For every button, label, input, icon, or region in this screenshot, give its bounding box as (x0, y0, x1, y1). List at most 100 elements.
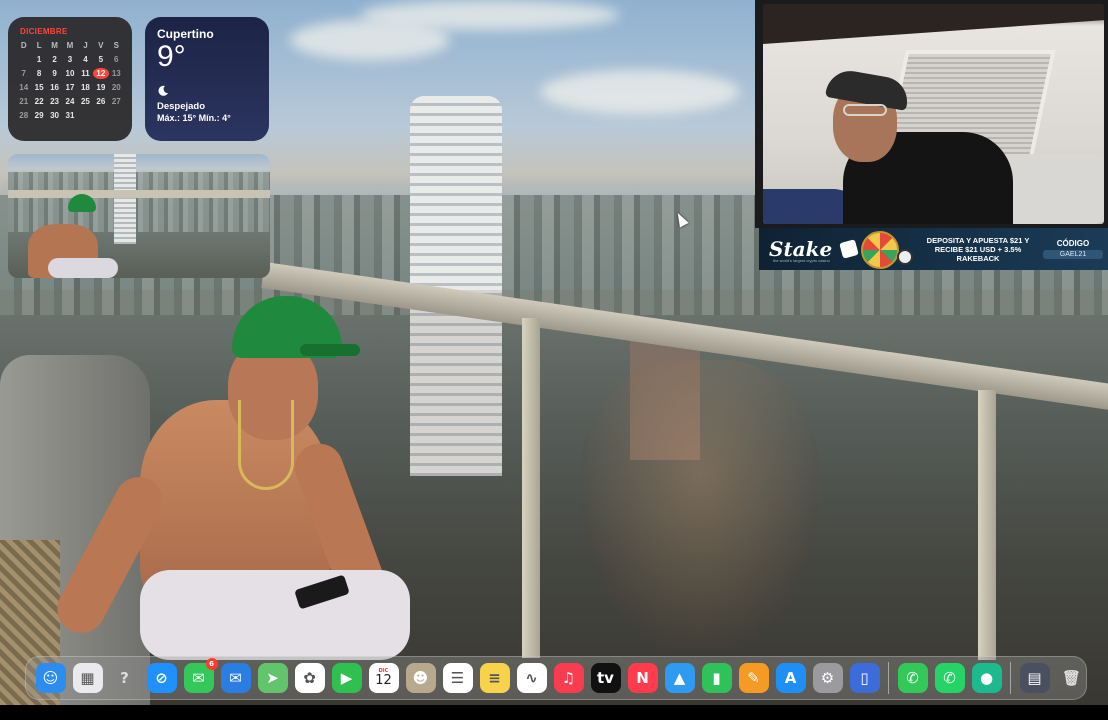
calendar-weekday: V (98, 41, 104, 50)
weather-condition: Despejado (157, 101, 206, 112)
calendar-day: 4 (83, 55, 88, 64)
dock-separator (888, 662, 889, 694)
calendar-day (109, 110, 124, 121)
reminders-icon[interactable]: ☰ (442, 663, 473, 693)
calendar-month: DICIEMBRE (20, 27, 68, 36)
facetime-icon[interactable]: ▶ (331, 663, 362, 693)
calendar-day: 28 (19, 111, 29, 120)
downloads-stack-icon[interactable]: ▤ (1019, 663, 1050, 693)
launchpad-icon[interactable]: ▦ (72, 663, 103, 693)
calendar-day: 8 (36, 69, 42, 78)
cloud (360, 0, 620, 30)
music-icon[interactable]: ♫ (553, 663, 584, 693)
webcam-overlay (755, 0, 1108, 228)
calendar-day: 17 (65, 83, 75, 92)
code-value: GAEL21 (1043, 250, 1103, 259)
help-icon[interactable]: ? (110, 663, 140, 693)
calendar-day: 11 (81, 69, 90, 78)
gold-chain (238, 400, 294, 490)
calendar-day (78, 110, 93, 121)
dice-icon (839, 239, 859, 259)
maps-icon[interactable]: ➤ (257, 663, 288, 693)
calendar-day: 19 (96, 83, 106, 92)
calendar-icon[interactable]: DIC 12 (368, 663, 399, 693)
messages-icon[interactable]: ✉ 6 (183, 658, 218, 693)
promo-line: RAKEBACK (956, 253, 1000, 263)
stake-tagline: the world's largest crypto casino (773, 258, 830, 263)
calendar-day: 3 (67, 55, 73, 64)
freeform-icon[interactable]: ∿ (516, 663, 547, 693)
casino-art (827, 229, 915, 269)
calendar-day (93, 110, 108, 121)
mail-icon[interactable]: ✉ (220, 663, 251, 693)
system-settings-icon[interactable]: ⚙ (812, 663, 843, 693)
soccer-ball-icon (897, 249, 913, 265)
safari-icon[interactable]: ⊘ (146, 663, 177, 693)
trash-icon[interactable]: 🗑 (1057, 663, 1087, 693)
calendar-day: 14 (19, 83, 29, 92)
glass-reflection (580, 360, 820, 650)
calendar-today: 12 (93, 68, 109, 79)
promo-code: CÓDIGO GAEL21 (1043, 239, 1103, 259)
moon-icon (157, 85, 257, 99)
calendar-widget[interactable]: DICIEMBRE D L M M J V S 1 2 3 4 5 6 7 8 9 10 11 12 13 14 15 16… (8, 17, 132, 141)
contacts-icon[interactable]: ☻ (405, 663, 436, 693)
whatsapp-icon[interactable]: ✆ (934, 663, 965, 693)
promo-line: RECIBE $21 USD + 3.5% (934, 244, 1022, 254)
dock: ☺ ▦? ⊘ ✉ 6 ✉ ➤ ✿ ▶ DIC 12 ☻ ☰ ≡ ∿ ♫ tv N ▲ ▮ ✎ A ⚙ ▯ ✆ ✆ ● ▤ 🗑 (25, 656, 1087, 700)
cap-brim (300, 344, 360, 356)
calendar-day: 27 (111, 97, 121, 106)
code-label: CÓDIGO (1056, 239, 1090, 248)
stake-sponsor-banner: Stake the world's largest crypto casino … (759, 228, 1108, 270)
calendar-day: 15 (34, 83, 44, 92)
ceiling (763, 4, 1104, 44)
calendar-weekday: J (83, 41, 88, 50)
calendar-day: 2 (52, 55, 57, 64)
weather-city: Cupertino (157, 27, 214, 41)
numbers-icon[interactable]: ▮ (701, 663, 732, 693)
dock-separator (1010, 662, 1011, 694)
app-store-icon[interactable]: A (775, 663, 806, 693)
phone-icon[interactable]: ✆ (897, 663, 928, 693)
calendar-day: 24 (65, 97, 75, 106)
calendar-day: 7 (21, 69, 26, 78)
obs-icon[interactable]: ● (971, 663, 1002, 693)
calendar-weekday: M (51, 41, 58, 50)
weather-widget[interactable]: Cupertino 9° Despejado Máx.: 15° Mín.: 4… (145, 17, 269, 141)
weather-temperature: 9° (157, 40, 186, 73)
pages-icon[interactable]: ✎ (738, 663, 769, 693)
calendar-day: 1 (36, 55, 42, 64)
calendar-day: 26 (96, 97, 106, 106)
apple-tv-icon[interactable]: tv (590, 663, 621, 693)
notes-icon[interactable]: ≡ (479, 663, 510, 693)
finder-icon[interactable]: ☺ (35, 663, 66, 693)
railing-post (978, 390, 996, 660)
calendar-day: 29 (34, 111, 44, 120)
weather-range: Máx.: 15° Mín.: 4° (157, 113, 231, 123)
news-icon[interactable]: N (627, 663, 658, 693)
person-shorts (140, 570, 410, 660)
calendar-day: 21 (19, 97, 29, 106)
calendar-weekday: S (113, 41, 119, 50)
calendar-day: 23 (50, 97, 60, 106)
calendar-day: 18 (80, 83, 90, 92)
calendar-day: 31 (65, 111, 75, 120)
photos-icon[interactable]: ✿ (294, 663, 325, 693)
calendar-icon-day: 12 (375, 673, 392, 688)
mini-shorts (48, 258, 118, 278)
glasses (843, 104, 887, 116)
mini-city (8, 172, 270, 232)
calendar-day: 25 (80, 97, 90, 106)
calendar-day: 9 (52, 69, 57, 78)
mini-tower (114, 154, 136, 244)
promo-line: DEPOSITA Y APUESTA $21 Y (926, 235, 1030, 245)
simulator-icon[interactable]: ▯ (849, 663, 880, 693)
webcam-feed (763, 4, 1104, 224)
calendar-day: 13 (111, 69, 121, 78)
stake-promo: DEPOSITA Y APUESTA $21 Y RECIBE $21 USD … (919, 236, 1037, 263)
stream-preview-thumbnail[interactable] (8, 154, 270, 278)
calendar-day: 10 (65, 69, 75, 78)
notification-badge: 6 (205, 658, 218, 670)
roulette-icon (861, 231, 899, 269)
keynote-icon[interactable]: ▲ (664, 663, 695, 693)
